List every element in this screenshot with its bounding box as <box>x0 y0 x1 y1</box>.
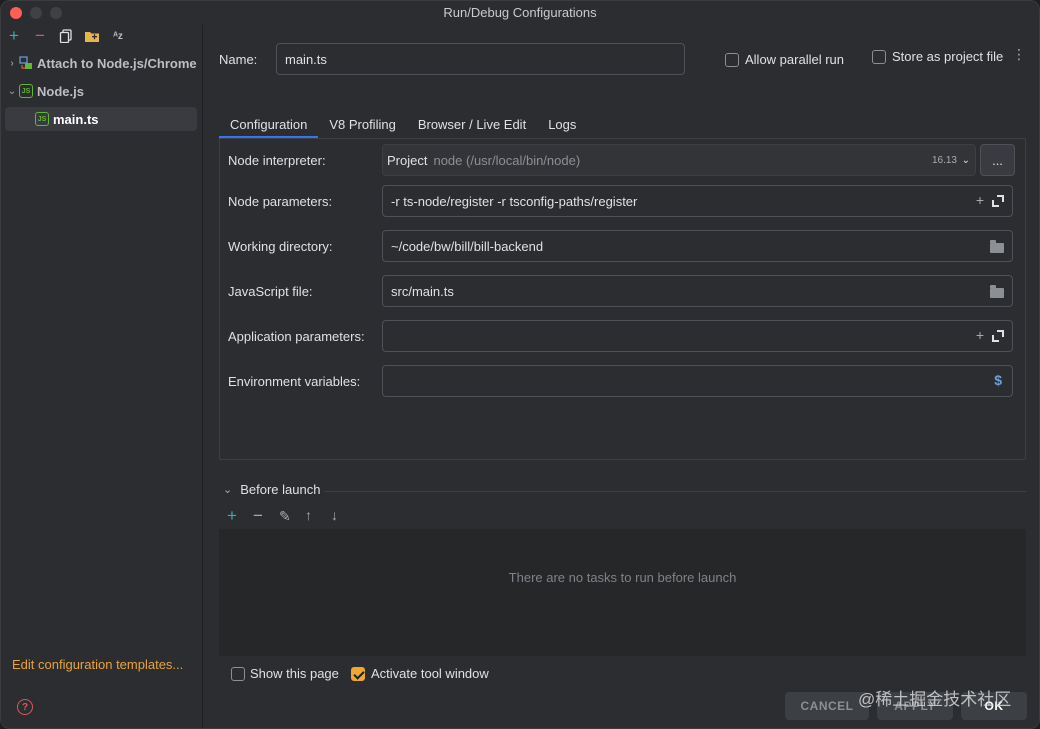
sidebar-item-attach-nodejs-chrome[interactable]: › Attach to Node.js/Chrome <box>5 51 197 75</box>
environment-variables-field[interactable]: $ <box>382 365 1013 397</box>
application-parameters-label: Application parameters: <box>228 329 365 344</box>
name-field[interactable]: main.ts <box>276 43 685 75</box>
environment-variables-label: Environment variables: <box>228 374 361 389</box>
sidebar-item-label: Node.js <box>37 83 84 99</box>
browse-folder-icon[interactable] <box>990 240 1004 253</box>
add-parameter-icon[interactable]: + <box>976 192 984 208</box>
activate-tool-window-label[interactable]: Activate tool window <box>371 666 489 681</box>
move-up-icon[interactable]: ↑ <box>305 507 312 523</box>
expand-icon[interactable] <box>992 195 1004 207</box>
more-options-icon[interactable]: ⋮ <box>1012 46 1026 63</box>
interpreter-path: node (/usr/local/bin/node) <box>433 152 581 168</box>
before-launch-toggle[interactable]: ⌄ Before launch <box>223 482 320 497</box>
store-as-project-file-checkbox[interactable] <box>872 50 886 64</box>
add-icon[interactable]: + <box>227 506 237 526</box>
javascript-file-field[interactable]: src/main.ts <box>382 275 1013 307</box>
node-interpreter-select[interactable]: Project node (/usr/local/bin/node) 16.13… <box>382 144 976 176</box>
add-parameter-icon[interactable]: + <box>976 327 984 343</box>
show-this-page-checkbox[interactable] <box>231 667 245 681</box>
javascript-file-value: src/main.ts <box>391 283 454 299</box>
add-icon[interactable]: + <box>5 26 23 45</box>
folder-icon[interactable] <box>83 27 101 45</box>
working-directory-field[interactable]: ~/code/bw/bill/bill-backend <box>382 230 1013 262</box>
sidebar-item-main-ts[interactable]: JS main.ts <box>5 107 197 131</box>
configuration-editor: Name: main.ts Allow parallel run Store a… <box>204 25 1039 728</box>
edit-configuration-templates-link[interactable]: Edit configuration templates... <box>12 657 183 672</box>
title-bar: Run/Debug Configurations <box>1 1 1039 25</box>
remove-icon[interactable]: − <box>31 26 49 45</box>
javascript-file-label: JavaScript file: <box>228 284 313 299</box>
allow-parallel-run-checkbox[interactable] <box>725 53 739 67</box>
cancel-button[interactable]: CANCEL <box>785 692 869 720</box>
tab-browser-live-edit[interactable]: Browser / Live Edit <box>407 109 537 139</box>
chevron-down-icon[interactable]: ⌄ <box>962 155 970 166</box>
sort-az-icon[interactable]: ᴬz <box>109 27 127 45</box>
move-down-icon[interactable]: ↓ <box>331 507 338 523</box>
edit-env-variables-icon[interactable]: $ <box>994 372 1002 388</box>
before-launch-task-list: There are no tasks to run before launch <box>219 529 1026 656</box>
working-directory-label: Working directory: <box>228 239 333 254</box>
copy-icon[interactable] <box>57 27 75 45</box>
configuration-panel: Node interpreter: Project node (/usr/loc… <box>219 138 1026 460</box>
chevron-right-icon[interactable]: › <box>5 58 19 69</box>
chevron-down-icon: ⌄ <box>223 484 233 496</box>
nodejs-icon: JS <box>35 112 49 126</box>
before-launch-title: Before launch <box>240 482 321 497</box>
configurations-sidebar: + − ᴬz › Attach to Node.js/Chrome ⌄ JS N… <box>1 25 203 728</box>
window-title: Run/Debug Configurations <box>443 5 597 20</box>
tab-v8-profiling[interactable]: V8 Profiling <box>318 109 406 139</box>
edit-pencil-icon[interactable]: ✎ <box>279 508 291 525</box>
interpreter-scope: Project <box>387 152 428 168</box>
activate-tool-window-checkbox[interactable] <box>351 667 365 681</box>
sidebar-item-label: Attach to Node.js/Chrome <box>37 55 197 71</box>
chevron-down-icon[interactable]: ⌄ <box>5 86 19 97</box>
attach-debugger-icon <box>19 56 33 70</box>
nodejs-icon: JS <box>19 84 33 98</box>
node-interpreter-label: Node interpreter: <box>228 153 326 168</box>
help-icon[interactable]: ? <box>17 699 33 715</box>
name-label: Name: <box>219 52 258 67</box>
interpreter-version: 16.13 <box>931 154 957 166</box>
browse-interpreter-button[interactable]: ... <box>980 144 1015 176</box>
config-tabs: Configuration V8 Profiling Browser / Liv… <box>219 109 587 139</box>
tab-logs[interactable]: Logs <box>537 109 587 139</box>
before-launch-toolbar: + − ✎ ↑ ↓ <box>219 503 1026 529</box>
sidebar-toolbar: + − ᴬz <box>1 25 202 47</box>
node-parameters-label: Node parameters: <box>228 194 333 209</box>
application-parameters-field[interactable]: + <box>382 320 1013 352</box>
expand-icon[interactable] <box>992 330 1004 342</box>
browse-folder-icon[interactable] <box>990 285 1004 298</box>
sidebar-item-nodejs[interactable]: ⌄ JS Node.js <box>5 79 197 103</box>
watermark: @稀土掘金技术社区 <box>858 690 1012 709</box>
remove-icon[interactable]: − <box>253 506 263 526</box>
tab-configuration[interactable]: Configuration <box>219 109 319 139</box>
node-parameters-value: -r ts-node/register -r tsconfig-paths/re… <box>391 193 638 209</box>
working-directory-value: ~/code/bw/bill/bill-backend <box>391 238 544 254</box>
node-parameters-field[interactable]: -r ts-node/register -r tsconfig-paths/re… <box>382 185 1013 217</box>
allow-parallel-run-label[interactable]: Allow parallel run <box>745 52 844 67</box>
sidebar-item-label: main.ts <box>53 111 99 127</box>
divider <box>324 491 1026 492</box>
show-this-page-label[interactable]: Show this page <box>250 666 339 681</box>
store-as-project-file-label[interactable]: Store as project file <box>892 49 1003 64</box>
run-debug-configurations-dialog: Run/Debug Configurations + − ᴬz › Attach… <box>0 0 1040 729</box>
empty-state-text: There are no tasks to run before launch <box>508 570 737 585</box>
